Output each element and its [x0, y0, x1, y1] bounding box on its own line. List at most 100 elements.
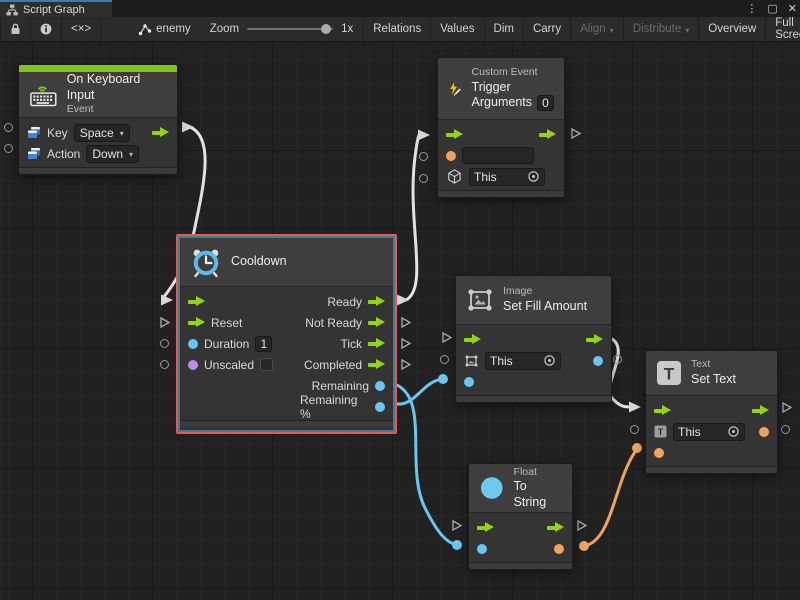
target-dropdown[interactable]: This: [485, 352, 561, 370]
chevron-down-icon: ▾: [610, 26, 614, 35]
action-dropdown[interactable]: Down ▾: [86, 145, 139, 163]
unscaled-checkbox[interactable]: [260, 358, 273, 371]
port-triangle[interactable]: [576, 519, 588, 537]
node-title: Trigger: [472, 80, 554, 96]
string-value-port[interactable]: [654, 448, 664, 458]
reset-zoom-button[interactable]: <×>: [62, 17, 101, 41]
control-in-port[interactable]: [188, 317, 205, 328]
control-in-port[interactable]: [477, 522, 494, 533]
node-to-string[interactable]: Float To String: [468, 463, 573, 570]
control-out-port[interactable]: [752, 405, 769, 416]
string-value-port[interactable]: [554, 544, 564, 554]
bool-value-port[interactable]: [188, 360, 198, 370]
lock-button[interactable]: [0, 17, 31, 41]
menu-icon[interactable]: ⋮: [746, 2, 757, 15]
port-circle[interactable]: [781, 425, 790, 434]
node-subtitle: Event: [67, 103, 167, 117]
control-out-port[interactable]: [547, 522, 564, 533]
control-in-port[interactable]: [446, 129, 463, 140]
node-cooldown[interactable]: Cooldown Reset: [180, 238, 393, 430]
target-dropdown[interactable]: This: [469, 168, 545, 186]
string-value-port[interactable]: [446, 151, 456, 161]
port-circle[interactable]: [160, 339, 169, 348]
node-header[interactable]: Custom Event Trigger Arguments 0: [438, 58, 564, 120]
control-in-port[interactable]: [464, 334, 481, 345]
image-component-icon: [466, 286, 494, 314]
port-triangle[interactable]: [400, 358, 412, 376]
port-row-target: T This: [646, 421, 777, 442]
port-row-name: [438, 145, 564, 166]
arguments-field[interactable]: 0: [537, 95, 554, 111]
node-header[interactable]: T Text Set Text: [646, 351, 777, 396]
info-button[interactable]: [31, 17, 62, 41]
float-value-port[interactable]: [464, 377, 474, 387]
port-circle[interactable]: [419, 152, 428, 161]
control-out-port[interactable]: [152, 127, 169, 138]
port-triangle[interactable]: [570, 127, 582, 145]
port-row-remaining-pct: Remaining %: [292, 396, 393, 417]
dim-button[interactable]: Dim: [485, 17, 524, 41]
tab-script-graph[interactable]: Script Graph: [0, 0, 112, 17]
port-circle[interactable]: [419, 174, 428, 183]
node-on-keyboard-input[interactable]: On Keyboard Input Event Key Space ▾: [18, 64, 178, 175]
svg-text:T: T: [658, 427, 664, 437]
control-out-port[interactable]: [368, 338, 385, 349]
node-trigger-custom-event[interactable]: Custom Event Trigger Arguments 0: [437, 57, 565, 198]
wire-float-to-settext[interactable]: [579, 443, 642, 551]
float-value-port[interactable]: [593, 356, 603, 366]
key-label: Key: [47, 126, 68, 140]
carry-button[interactable]: Carry: [524, 17, 571, 41]
float-value-port[interactable]: [375, 381, 385, 391]
zoom-slider[interactable]: [247, 28, 333, 30]
control-out-port[interactable]: [368, 317, 385, 328]
relations-button[interactable]: Relations: [363, 17, 431, 41]
overview-label: Overview: [708, 23, 756, 35]
port-triangle[interactable]: [400, 337, 412, 355]
key-dropdown[interactable]: Space ▾: [74, 124, 130, 142]
port-circle[interactable]: [4, 123, 13, 132]
image-icon: [464, 354, 479, 368]
control-in-port[interactable]: [188, 296, 205, 307]
string-value-port[interactable]: [759, 427, 769, 437]
control-out-port[interactable]: [586, 334, 603, 345]
port-circle[interactable]: [4, 144, 13, 153]
node-set-text[interactable]: T Text Set Text T: [645, 350, 778, 474]
port-circle[interactable]: [613, 355, 622, 364]
node-header[interactable]: Cooldown: [180, 238, 393, 287]
fullscreen-button[interactable]: Full Screen: [766, 17, 800, 41]
graph-canvas[interactable]: On Keyboard Input Event Key Space ▾: [0, 42, 800, 600]
target-dropdown[interactable]: This: [673, 423, 745, 441]
port-triangle[interactable]: [441, 331, 453, 349]
reset-label: Reset: [211, 316, 242, 330]
port-triangle[interactable]: [451, 519, 463, 537]
graph-toolbar: <×> enemy Zoom 1x Relations Values Dim C…: [0, 17, 800, 42]
close-icon[interactable]: ✕: [788, 2, 797, 15]
port-row-control: [646, 400, 777, 421]
float-value-port[interactable]: [188, 339, 198, 349]
node-header[interactable]: On Keyboard Input Event: [19, 72, 177, 118]
port-circle[interactable]: [160, 360, 169, 369]
port-circle[interactable]: [630, 425, 639, 434]
port-circle[interactable]: [440, 355, 449, 364]
control-out-port[interactable]: [539, 129, 556, 140]
relations-label: Relations: [373, 23, 421, 35]
node-header[interactable]: Float To String: [469, 464, 572, 513]
overview-button[interactable]: Overview: [699, 17, 766, 41]
port-triangle[interactable]: [159, 316, 171, 334]
graph-breadcrumb[interactable]: enemy: [129, 17, 200, 41]
maximize-icon[interactable]: ▢: [767, 2, 777, 15]
event-name-field[interactable]: [462, 147, 534, 164]
control-in-port[interactable]: [654, 405, 671, 416]
port-row-value: [646, 442, 777, 463]
node-set-fill-amount[interactable]: Image Set Fill Amount: [455, 275, 612, 403]
float-value-port[interactable]: [477, 544, 487, 554]
duration-field[interactable]: 1: [255, 336, 272, 352]
node-header[interactable]: Image Set Fill Amount: [456, 276, 611, 325]
values-button[interactable]: Values: [431, 17, 484, 41]
zoom-slider-knob[interactable]: [321, 24, 331, 34]
port-triangle[interactable]: [781, 401, 793, 419]
float-value-port[interactable]: [375, 402, 385, 412]
control-out-port[interactable]: [368, 359, 385, 370]
port-triangle[interactable]: [400, 316, 412, 334]
control-out-port[interactable]: [368, 296, 385, 307]
